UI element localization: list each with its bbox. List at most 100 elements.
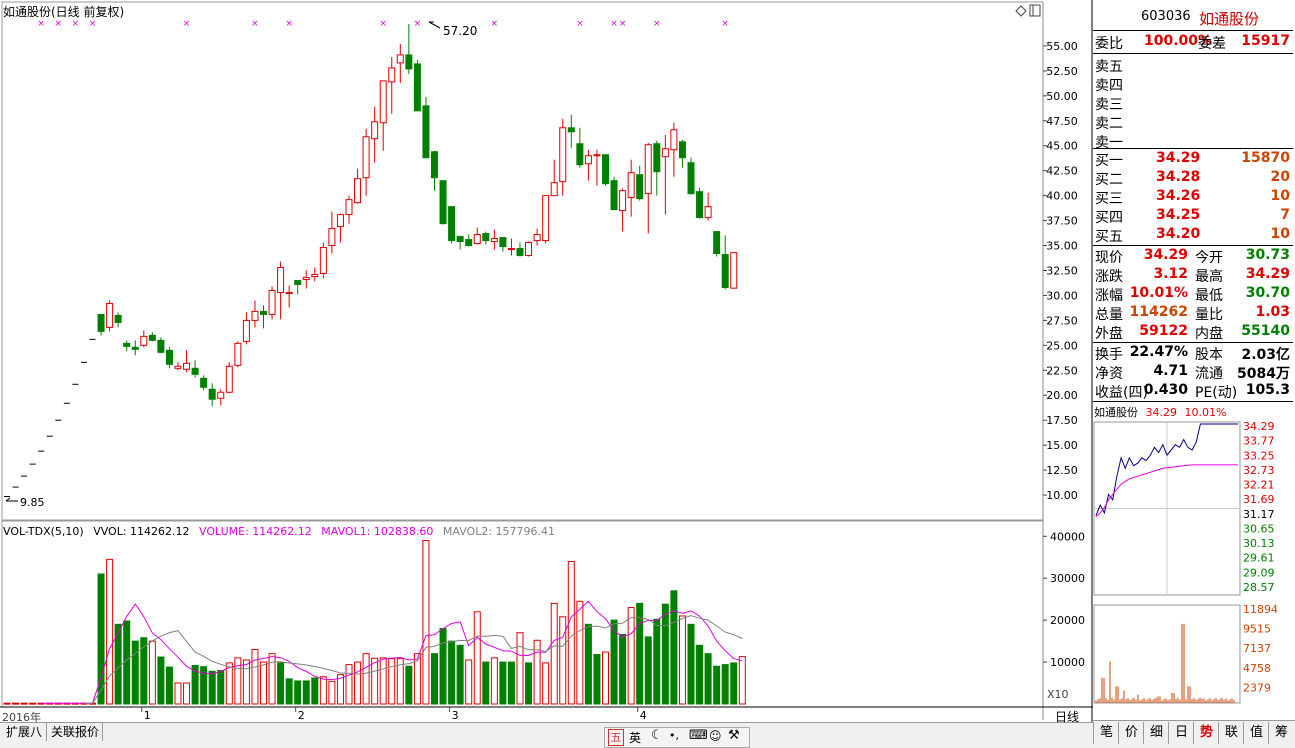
event-marker: × (285, 19, 293, 29)
price-tick-label: 35.00 (1046, 240, 1078, 253)
candle (140, 335, 148, 346)
candle (602, 154, 609, 185)
volume-bar (29, 702, 37, 705)
volume-bar (302, 680, 310, 705)
candle (277, 267, 285, 293)
intraday-price-label: 32.21 (1243, 479, 1275, 492)
price-tick-label: 52.50 (1046, 65, 1078, 78)
vvol-value: VVOL: 114262.12 (93, 525, 190, 538)
indicator-name[interactable]: VOL-TDX(5,10) (3, 525, 84, 538)
volume-bar (157, 656, 165, 705)
volume-bar (405, 665, 413, 705)
sell-level-4: 卖四 (1095, 78, 1123, 94)
candle (499, 237, 507, 248)
candle (191, 367, 199, 375)
event-marker: × (37, 19, 45, 29)
bottom-tab-bar (0, 722, 1093, 748)
candle (431, 151, 438, 179)
volume-bar (362, 653, 370, 705)
intraday-price-label: 30.13 (1243, 537, 1275, 550)
volume-bar (653, 618, 661, 705)
volume-bar (550, 602, 558, 705)
volume-bar (576, 600, 584, 705)
event-marker: × (183, 19, 191, 29)
panel-button-1[interactable]: 价 (1118, 722, 1144, 744)
volume-bar (661, 603, 669, 705)
sell-level-3: 卖三 (1095, 97, 1123, 113)
volume-bar (448, 640, 456, 705)
stock-name: 如通股份 (1199, 10, 1260, 28)
volume-bar (140, 637, 148, 705)
volume-bar (670, 590, 678, 705)
ime-english-toggle[interactable]: 英 (629, 729, 641, 746)
intraday-chart[interactable]: 34.29 33.7733.25 32.73 32.2131.69 31.1730.65… (1093, 419, 1295, 719)
volume-bar (567, 560, 575, 705)
user-icon[interactable]: ☺ (709, 729, 722, 743)
panel-button-4[interactable]: 势 (1193, 722, 1219, 744)
buy-level-5[interactable]: 买五 34.20 10 (1094, 226, 1292, 245)
quote-row: 涨幅 10.01% 最低 30.70 (1095, 285, 1290, 304)
punctuation-icon[interactable]: •, (669, 729, 679, 742)
candle (319, 247, 327, 274)
candle (388, 67, 396, 83)
stock-code: 603036 (1141, 9, 1191, 24)
panel-button-0[interactable]: 笔 (1093, 722, 1119, 744)
volume-bar (465, 659, 473, 705)
volume-bar (713, 665, 721, 705)
restore-icon[interactable] (1029, 4, 1041, 17)
candle (439, 180, 447, 225)
keyboard-icon[interactable]: ⌨ (689, 728, 708, 743)
volume-bar (260, 661, 267, 705)
kline-chart[interactable]: 55.00 52.50 50.00 47.50 45.00 42.50 40.00 37.50… (0, 0, 1093, 722)
candle (379, 80, 387, 124)
event-marker: × (72, 19, 80, 29)
buy-level-3[interactable]: 买三 34.26 10 (1094, 188, 1292, 207)
tab-expand-8[interactable]: 扩展八 (2, 723, 47, 741)
price-tick-label: 25.00 (1046, 339, 1078, 352)
volume-bar (431, 653, 438, 705)
volume-bar (687, 623, 695, 705)
volume-bar (251, 648, 259, 705)
panel-button-6[interactable]: 值 (1243, 722, 1269, 744)
year-label: 2016年 (2, 711, 41, 724)
candle (131, 346, 139, 350)
volume-bar (106, 558, 114, 705)
intraday-price-label: 33.77 (1243, 435, 1275, 448)
panel-button-3[interactable]: 日 (1168, 722, 1194, 744)
volume-bar (456, 644, 464, 705)
candle (422, 105, 430, 159)
panel-button-5[interactable]: 联 (1218, 722, 1244, 744)
buy-level-1[interactable]: 买一 34.29 15870 (1094, 150, 1292, 169)
candle (413, 63, 421, 112)
period-label[interactable]: 日线 (1055, 708, 1079, 725)
price-tick-label: 22.50 (1046, 364, 1078, 377)
diamond-icon[interactable] (1015, 5, 1027, 17)
candle (345, 199, 353, 216)
buy-level-2[interactable]: 买二 34.28 20 (1094, 169, 1292, 188)
ime-wubi-icon[interactable]: 五 (608, 729, 624, 746)
candle (174, 365, 182, 369)
panel-button-2[interactable]: 细 (1143, 722, 1169, 744)
fundamental-row: 净资 4.71 流通 5084万 (1095, 363, 1290, 382)
event-marker: × (576, 19, 584, 29)
wrench-icon[interactable]: ⚒ (728, 728, 740, 743)
fundamental-row: 收益(四) 0.430 PE(动) 105.3 (1095, 382, 1290, 401)
volume-tick-label: 10000 (1050, 656, 1085, 669)
price-tick-label: 37.50 (1046, 215, 1078, 228)
volume-bar (490, 657, 498, 705)
volume-bar (584, 623, 592, 705)
tab-related-quotes[interactable]: 关联报价 (48, 723, 103, 741)
intraday-price-label: 31.17 (1243, 508, 1275, 521)
moon-icon[interactable]: ☾ (651, 728, 663, 743)
ime-toolbar[interactable]: 五 英 ☾ •, ⌨ ☺ ⚒ (604, 727, 750, 748)
candle (302, 276, 310, 280)
volume-bar (482, 661, 490, 705)
panel-button-7[interactable]: 筹 (1268, 722, 1294, 744)
buy-level-4[interactable]: 买四 34.25 7 (1094, 207, 1292, 226)
candle (730, 252, 738, 289)
stock-header: 603036 如通股份 (1093, 4, 1293, 28)
event-marker: × (251, 19, 259, 29)
candle (550, 182, 558, 197)
quote-row: 现价 34.29 今开 30.73 (1095, 247, 1290, 266)
event-marker: × (379, 19, 387, 29)
